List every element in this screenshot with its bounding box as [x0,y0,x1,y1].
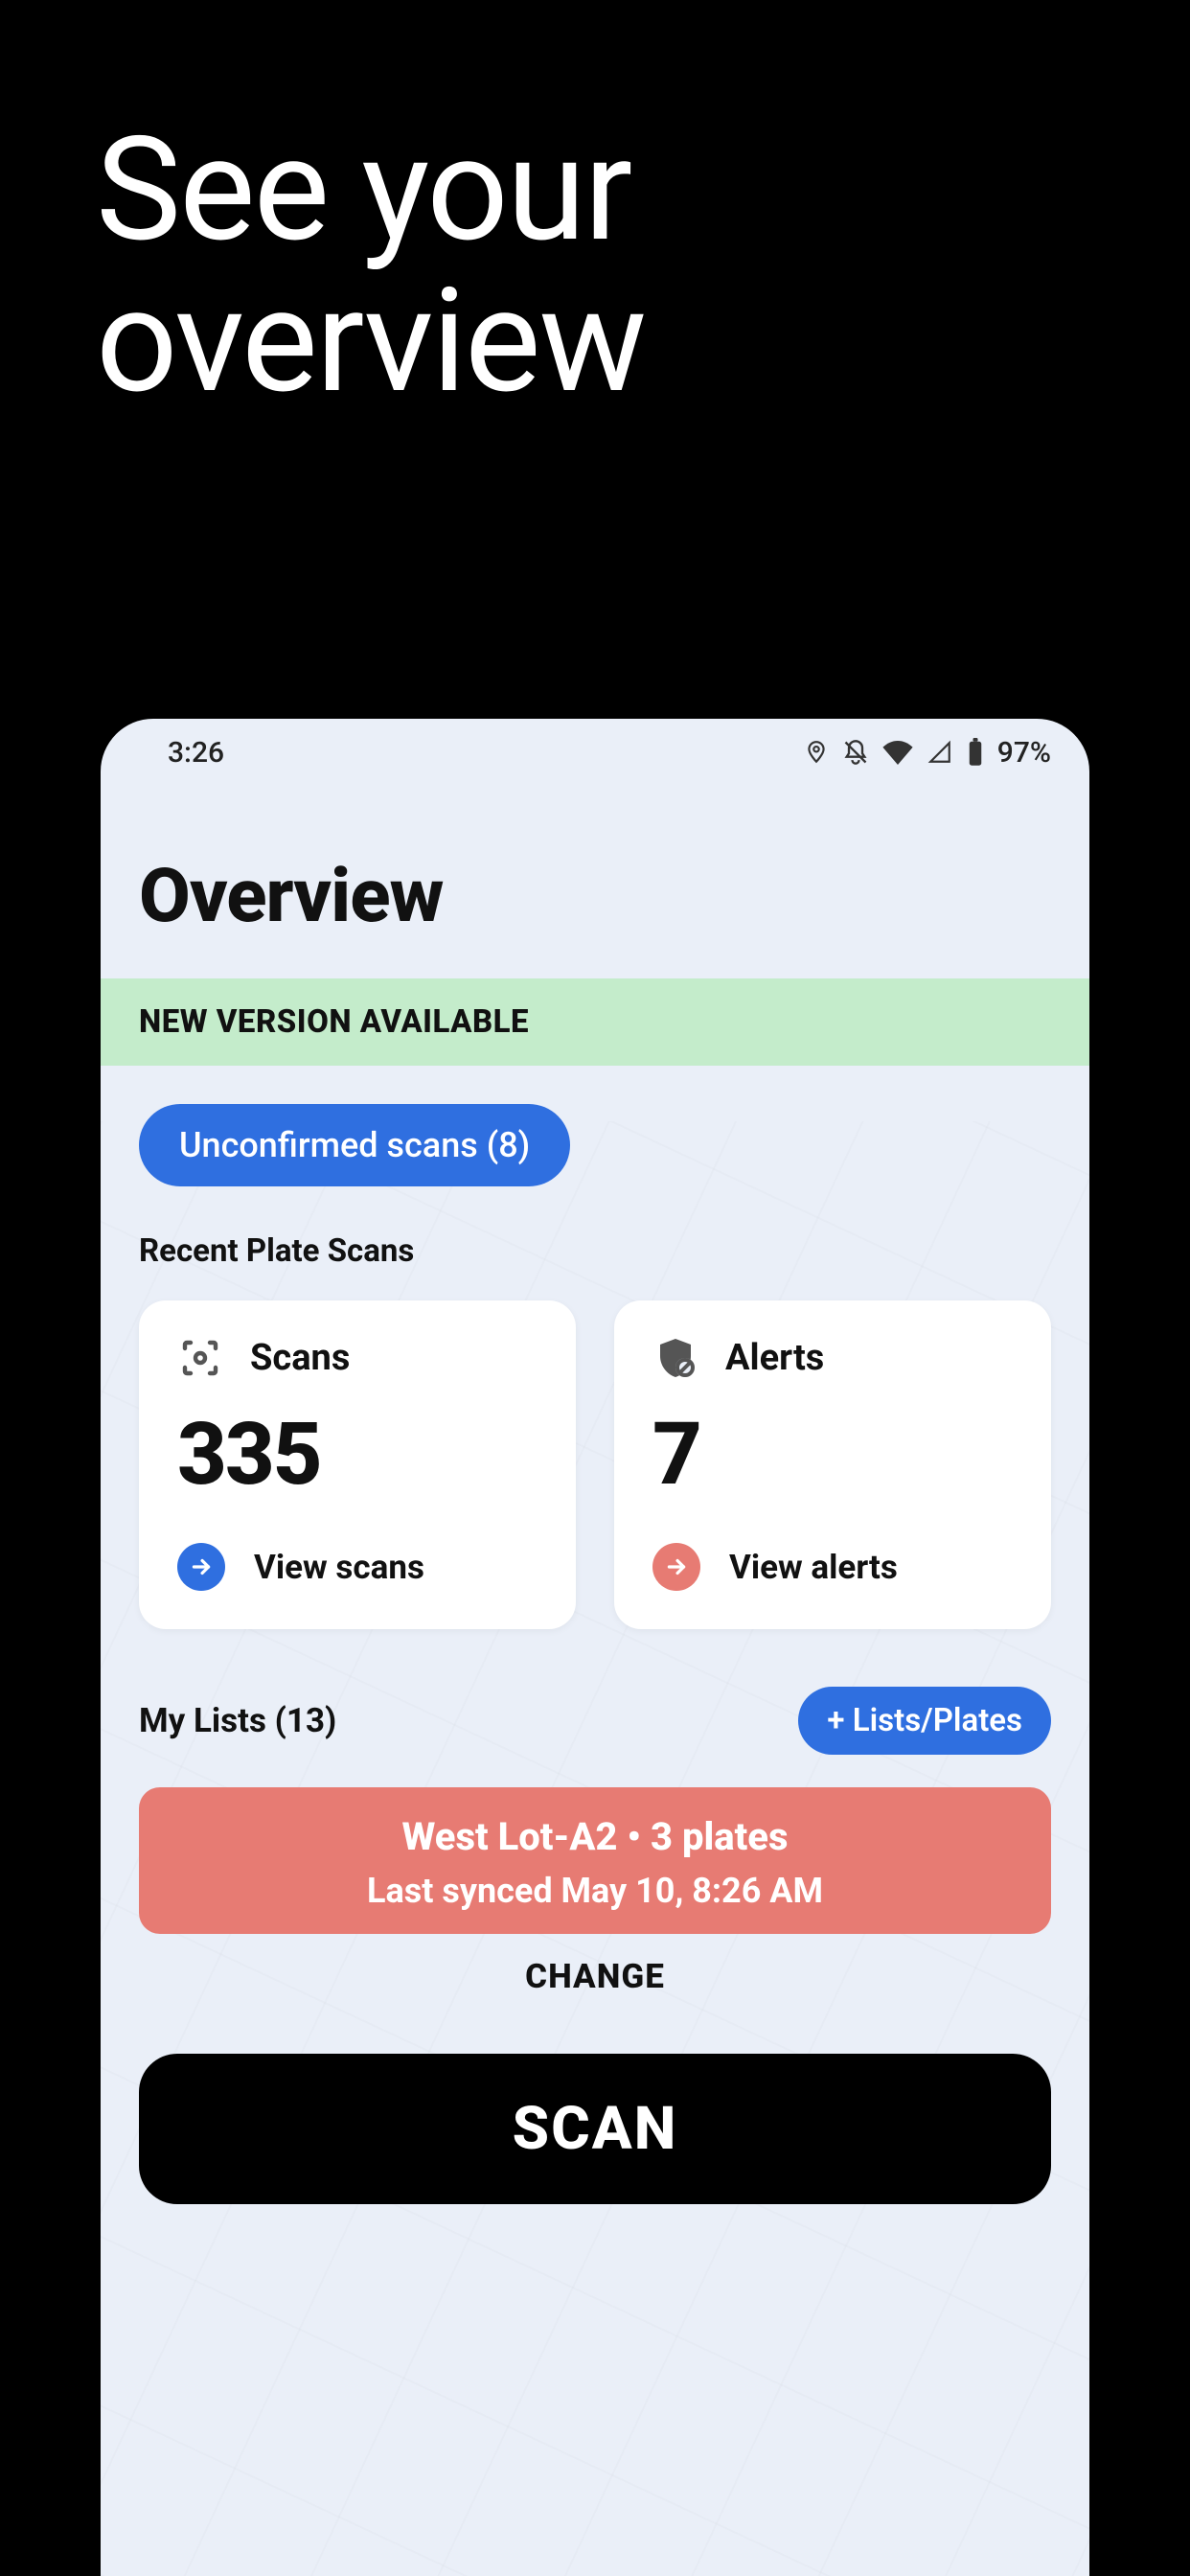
promo-title: See your overview [96,115,645,417]
scans-card[interactable]: Scans 335 View scans [139,1300,576,1629]
scans-card-value: 335 [177,1404,538,1505]
alerts-card[interactable]: Alerts 7 View alerts [614,1300,1051,1629]
my-lists-heading: My Lists (13) [139,1701,336,1740]
scan-icon [177,1335,223,1381]
battery-icon [967,738,984,767]
recent-scans-heading: Recent Plate Scans [139,1232,1051,1270]
selected-list-card[interactable]: West Lot-A2 • 3 plates Last synced May 1… [139,1787,1051,1934]
selected-list-sync: Last synced May 10, 8:26 AM [158,1871,1032,1911]
battery-percent: 97% [997,736,1051,770]
promo-title-line2: overview [96,266,645,418]
arrow-right-icon [177,1543,225,1591]
location-icon [804,738,829,767]
notifications-off-icon [842,738,869,767]
page-title: Overview [101,786,1089,978]
status-right: 97% [804,736,1051,770]
arrow-right-icon [652,1543,700,1591]
add-lists-plates-button[interactable]: + Lists/Plates [798,1687,1051,1755]
alerts-card-label: Alerts [725,1337,824,1379]
selected-list-title: West Lot-A2 • 3 plates [158,1814,1032,1859]
phone-frame: 3:26 97% Overview NEW VERSION AVAILABLE … [101,719,1089,2576]
change-list-button[interactable]: CHANGE [139,1934,1051,1996]
cell-signal-icon [927,740,953,765]
view-alerts-link[interactable]: View alerts [652,1543,1013,1591]
status-bar: 3:26 97% [101,719,1089,786]
wifi-icon [882,740,913,765]
shield-alert-icon [652,1335,698,1381]
unconfirmed-scans-chip[interactable]: Unconfirmed scans (8) [139,1104,570,1186]
view-scans-label: View scans [254,1548,424,1587]
scan-button[interactable]: SCAN [139,2054,1051,2204]
view-scans-link[interactable]: View scans [177,1543,538,1591]
scans-card-label: Scans [250,1337,350,1379]
promo-title-line1: See your [96,115,645,266]
alerts-card-value: 7 [652,1404,1013,1505]
status-time: 3:26 [168,736,224,770]
view-alerts-label: View alerts [729,1548,898,1587]
update-banner[interactable]: NEW VERSION AVAILABLE [101,978,1089,1066]
